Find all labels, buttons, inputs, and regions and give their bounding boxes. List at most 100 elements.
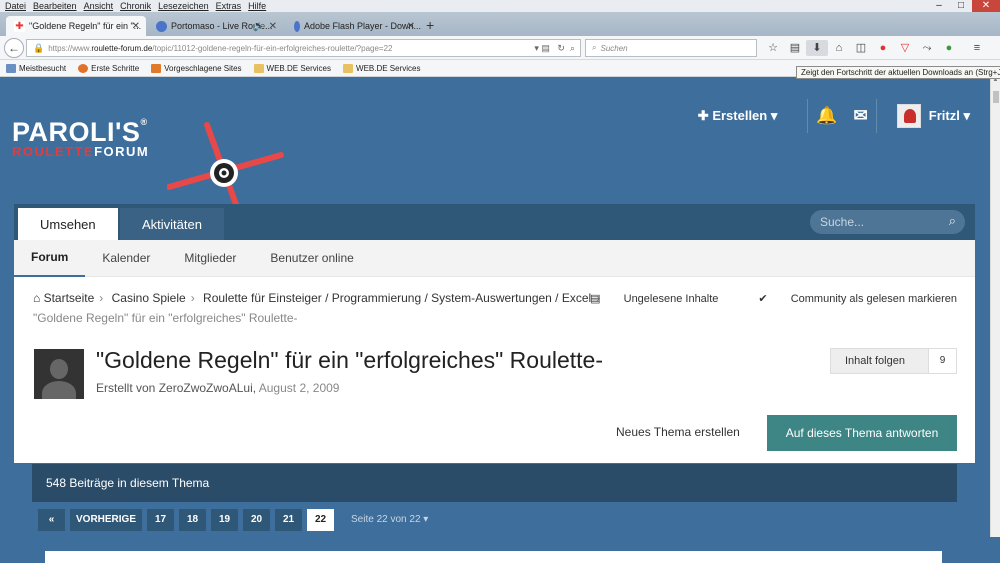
url-domain: roulette-forum.de [91,43,153,53]
first-page-button[interactable]: « [38,508,65,531]
subnav-kalender[interactable]: Kalender [85,240,167,277]
follow-count: 9 [928,349,956,373]
close-tab-icon[interactable]: ✕ [269,21,277,32]
page-17-button[interactable]: 17 [147,508,175,531]
subnav-mitglieder[interactable]: Mitglieder [167,240,253,277]
author-avatar[interactable] [34,349,84,399]
close-tab-icon[interactable]: ✕ [132,21,140,32]
logo-registered: ® [140,117,148,127]
logo-subtitle: ROULETTEFORUM [12,144,149,159]
bookmark-webde-2[interactable]: WEB.DE Services [343,63,420,73]
menu-bearbeiten[interactable]: Bearbeiten [33,1,77,11]
toolbar-icons: ☆ ▤ ⬇ ⌂ ◫ ● ▽ ⤳ ● ≡ [762,40,988,56]
new-tab-button[interactable]: + [426,17,434,33]
logo-main-text: PAROLI'S [12,117,141,147]
downloads-tooltip: Zeigt den Fortschritt der aktuellen Down… [796,66,1000,79]
new-topic-button[interactable]: Neues Thema erstellen [616,425,740,439]
menu-ansicht[interactable]: Ansicht [84,1,114,11]
reload-icon[interactable]: ▾ ▤ ↻ ⌕ [534,43,575,54]
site-search-input[interactable]: Suche... ⌕ [810,210,965,234]
close-tab-icon[interactable]: ✕ [407,21,415,32]
page-19-button[interactable]: 19 [211,508,239,531]
notifications-bell-icon[interactable]: 🔔 [816,106,837,126]
site-logo[interactable]: PAROLI'S® ROULETTEFORUM [12,117,284,232]
bookmark-erste-schritte[interactable]: Erste Schritte [78,63,139,73]
menu-extras[interactable]: Extras [216,1,242,11]
page-info-label: Seite 22 von 22 [351,514,421,525]
mark-read-link[interactable]: ✔ Community als gelesen markieren [738,292,957,305]
tab-label: "Goldene Regeln" für ein "... [29,21,142,31]
page-20-button[interactable]: 20 [243,508,271,531]
unread-label: Ungelesene Inhalte [623,293,719,305]
url-prefix: https://www. [48,43,92,53]
pagination: « VORHERIGE 17 18 19 20 21 22 Seite 22 v… [32,502,957,537]
menu-icon[interactable]: ≡ [966,40,988,56]
posts-count-label: 548 Beiträge in diesem Thema [46,476,210,490]
close-window-button[interactable]: ✕ [972,0,1000,12]
url-path: /topic/11012-goldene-regeln-für-ein-erfo… [152,43,393,53]
navigation-bar: ← 🔒 https://www. roulette-forum.de/topic/… [0,36,1000,60]
divider [807,99,809,133]
check-icon[interactable]: ● [938,40,960,56]
page-actions: ▤ Ungelesene Inhalte ✔ Community als gel… [550,292,957,305]
subnav-forum[interactable]: Forum [14,240,86,277]
menu-hilfe[interactable]: Hilfe [248,1,266,11]
shield-icon[interactable]: ▽ [894,40,916,56]
pocket-icon[interactable]: ◫ [850,40,872,56]
breadcrumb-startseite[interactable]: Startseite [44,291,95,305]
home-icon[interactable]: ⌂ [828,40,850,56]
menu-bar: Datei Bearbeiten Ansicht Chronik Lesezei… [0,0,1000,12]
logo-sub-white: FORUM [94,144,150,159]
tab-bar: ✚ "Goldene Regeln" für ein "... ✕ Portom… [0,12,1000,36]
tab-roulette-forum[interactable]: ✚ "Goldene Regeln" für ein "... ✕ [6,16,146,36]
page-21-button[interactable]: 21 [275,508,303,531]
bookmark-meistbesucht[interactable]: Meistbesucht [6,63,66,73]
page-jump-dropdown[interactable]: Seite 22 von 22 ▾ [351,514,428,525]
menu-datei[interactable]: Datei [5,1,26,11]
tab-umsehen[interactable]: Umsehen [18,208,118,240]
reply-button[interactable]: Auf dieses Thema antworten [767,415,957,451]
mark-read-label: Community als gelesen markieren [790,293,957,305]
bookmark-star-icon[interactable]: ☆ [762,40,784,56]
speaker-icon[interactable]: 🔊 [253,21,265,32]
prev-page-button[interactable]: VORHERIGE [70,508,143,531]
addon-icon[interactable]: ⤳ [916,40,938,56]
search-icon[interactable]: ⌕ [949,213,956,229]
bookmark-vorgeschlagene[interactable]: Vorgeschlagene Sites [151,63,242,73]
tab-portomaso[interactable]: Portomaso - Live Roule... 🔊 ✕ [148,16,283,36]
back-button[interactable]: ← [4,38,24,58]
breadcrumb-casino-spiele[interactable]: Casino Spiele [112,291,186,305]
menu-lesezeichen[interactable]: Lesezeichen [158,1,209,11]
breadcrumb-roulette-einsteiger[interactable]: Roulette für Einsteiger / Programmierung… [203,291,591,305]
byline-prefix: Erstellt von [96,381,159,395]
user-avatar[interactable] [896,104,921,128]
search-icon: ⌕ [592,43,597,52]
download-icon[interactable]: ⬇ [806,40,828,56]
scrollbar-thumb[interactable] [993,91,999,103]
page-22-current[interactable]: 22 [307,508,335,531]
create-button[interactable]: ✚ Erstellen ▾ [698,108,778,124]
forum-favicon-icon: ✚ [14,20,25,32]
maximize-button[interactable]: □ [950,0,972,12]
minimize-button[interactable]: – [928,0,950,12]
messages-envelope-icon[interactable]: ✉ [854,106,868,126]
url-bar[interactable]: 🔒 https://www. roulette-forum.de/topic/11… [26,39,581,57]
caret-down-icon: ▾ [423,514,429,525]
bookmark-webde-1[interactable]: WEB.DE Services [253,63,331,73]
subnav-benutzer-online[interactable]: Benutzer online [253,240,370,277]
unread-content-link[interactable]: ▤ Ungelesene Inhalte [570,292,718,305]
tab-adobe-flash[interactable]: Adobe Flash Player - Down... ✕ [286,16,421,36]
page-scrollbar[interactable]: ▲ [990,77,1000,537]
menu-chronik[interactable]: Chronik [120,1,151,11]
thread-author-link[interactable]: ZeroZwoZwoALui [159,381,253,395]
tab-aktivitaeten[interactable]: Aktivitäten [120,208,224,240]
search-bar[interactable]: ⌕ Suchen [585,39,757,57]
user-menu[interactable]: Fritzl ▾ [929,108,970,124]
adblock-icon[interactable]: ● [872,40,894,56]
follow-button[interactable]: Inhalt folgen 9 [830,348,957,374]
bookmarks-list-icon[interactable]: ▤ [784,40,806,56]
page-18-button[interactable]: 18 [179,508,207,531]
create-label: Erstellen [712,108,768,123]
thread-date: August 2, 2009 [258,381,340,395]
home-icon: ⌂ [33,291,41,305]
